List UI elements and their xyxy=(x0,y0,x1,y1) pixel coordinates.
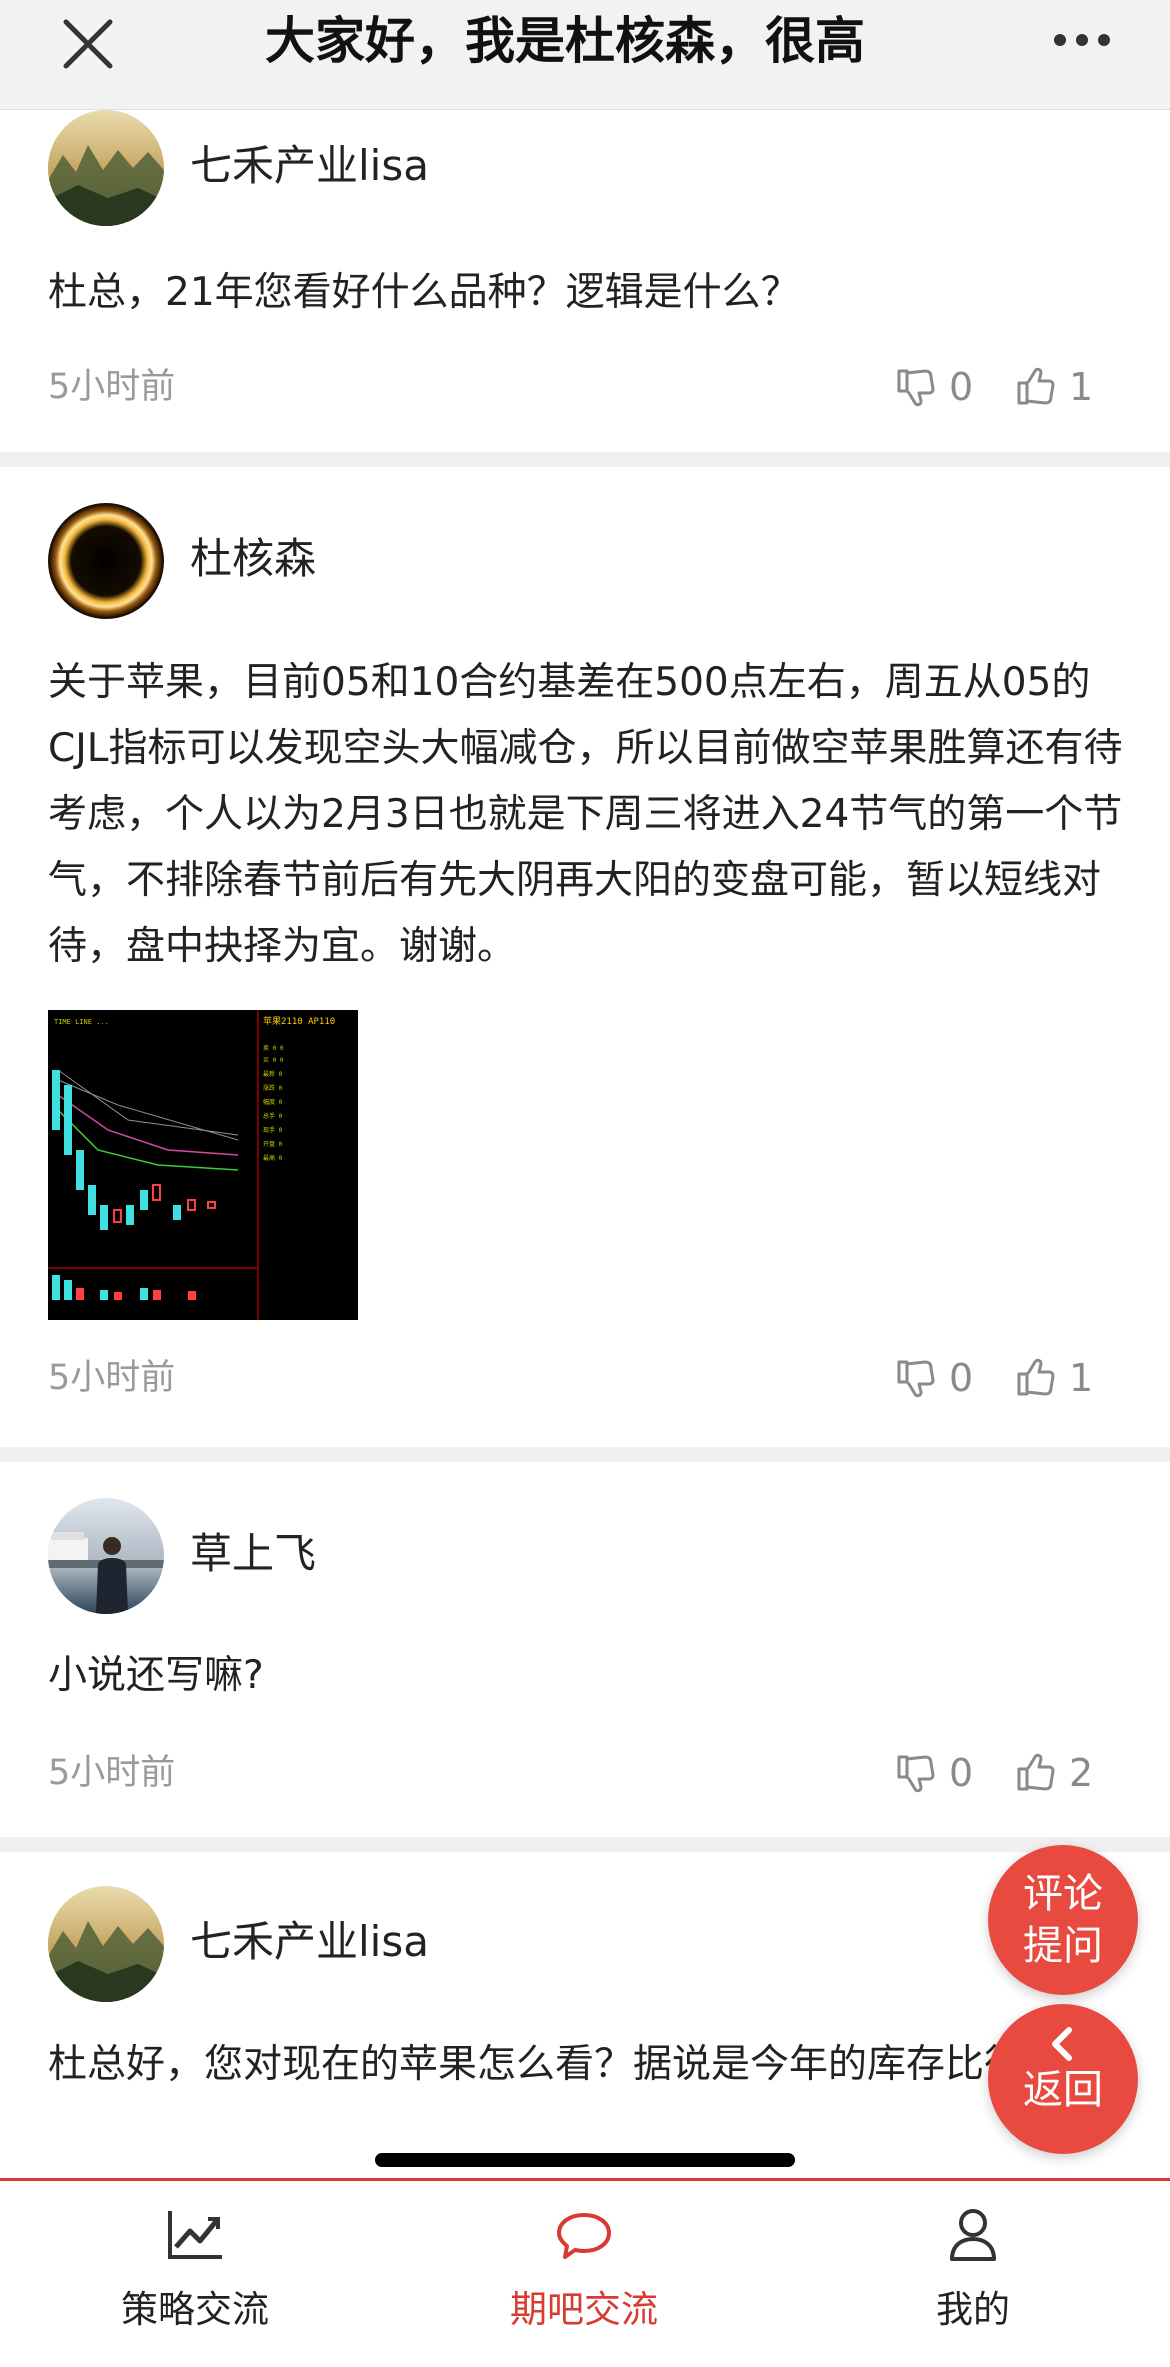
comment-time: 5小时前 xyxy=(48,367,176,407)
avatar[interactable] xyxy=(48,503,164,619)
home-indicator xyxy=(375,2153,795,2167)
tab-label: 我的 xyxy=(936,2288,1010,2331)
svg-text:开盘 0: 开盘 0 xyxy=(263,1140,283,1148)
avatar[interactable] xyxy=(48,1886,164,2002)
like-button[interactable]: 2 xyxy=(1013,1748,1093,1798)
tab-forum[interactable]: 期吧交流 xyxy=(459,2203,709,2333)
comment-ask-button[interactable]: 评论 提问 xyxy=(988,1845,1138,1995)
svg-text:TIME LINE ...: TIME LINE ... xyxy=(54,1018,109,1026)
tab-strategy[interactable]: 策略交流 xyxy=(70,2203,320,2333)
comment-ask-line2: 提问 xyxy=(1023,1923,1103,1969)
page-title: 大家好，我是杜核森，很高 xyxy=(265,12,865,70)
comment-author[interactable]: 杜核森 xyxy=(190,529,316,589)
thumbs-down-icon xyxy=(897,1360,935,1398)
avatar[interactable] xyxy=(48,110,164,226)
dislike-count: 0 xyxy=(949,1356,974,1400)
avatar[interactable] xyxy=(48,1498,164,1614)
svg-text:总手 0: 总手 0 xyxy=(263,1112,283,1120)
thumbs-up-icon xyxy=(1017,1358,1055,1396)
dislike-count: 0 xyxy=(949,1751,974,1795)
like-button[interactable]: 1 xyxy=(1013,362,1093,412)
comment-separator xyxy=(0,452,1170,467)
svg-text:买 0 0: 买 0 0 xyxy=(263,1056,284,1064)
svg-text:卖 0 0: 卖 0 0 xyxy=(263,1045,284,1052)
dislike-count: 0 xyxy=(949,365,974,409)
tab-label: 期吧交流 xyxy=(510,2288,658,2331)
svg-text:最新 0: 最新 0 xyxy=(263,1070,283,1078)
like-count: 2 xyxy=(1069,1751,1094,1795)
thumbs-up-icon xyxy=(1017,1753,1055,1791)
user-icon xyxy=(950,2209,996,2261)
comment-text: 杜总，21年您看好什么品种？逻辑是什么？ xyxy=(48,270,800,315)
dislike-button[interactable]: 0 xyxy=(893,362,973,412)
comment-text: 关于苹果，目前05和10合约基差在500点左右，周五从05的CJL指标可以发现空… xyxy=(48,660,1123,969)
svg-text:苹果2110 AP110: 苹果2110 AP110 xyxy=(263,1015,335,1027)
dislike-button[interactable]: 0 xyxy=(893,1748,973,1798)
chat-bubble-icon xyxy=(557,2213,611,2259)
comment-text: 杜总好，您对现在的苹果怎么看？据说是今年的库存比往年大 xyxy=(48,2042,1102,2087)
back-button[interactable]: 返回 xyxy=(988,2004,1138,2154)
trend-chart-icon xyxy=(168,2211,222,2259)
title-fade xyxy=(860,0,930,80)
comment-text: 小说还写嘛? xyxy=(48,1653,264,1698)
svg-text:最高 0: 最高 0 xyxy=(263,1154,283,1162)
comment-time: 5小时前 xyxy=(48,1358,176,1398)
thumbs-up-icon xyxy=(1017,367,1055,405)
comment-item: 草上飞 小说还写嘛? 5小时前 0 2 xyxy=(0,1462,1170,1837)
svg-text:现手 0: 现手 0 xyxy=(263,1126,283,1134)
top-bar: 大家好，我是杜核森，很高 xyxy=(0,0,1170,110)
close-icon[interactable] xyxy=(58,14,118,74)
like-count: 1 xyxy=(1069,1356,1094,1400)
comment-image[interactable]: TIME LINE ... 苹果2110 AP110 卖 0 0 买 0 0 最新 … xyxy=(48,1010,358,1320)
comment-separator xyxy=(0,1447,1170,1462)
comment-time: 5小时前 xyxy=(48,1753,176,1793)
svg-text:涨跌 0: 涨跌 0 xyxy=(263,1084,283,1092)
comment-author[interactable]: 草上飞 xyxy=(190,1524,316,1584)
comment-ask-line1: 评论 xyxy=(1023,1871,1103,1917)
back-label: 返回 xyxy=(1023,2067,1103,2113)
thumbs-down-icon xyxy=(897,369,935,407)
comment-author[interactable]: 七禾产业lisa xyxy=(190,1912,429,1972)
tab-mine[interactable]: 我的 xyxy=(848,2203,1098,2333)
comment-author[interactable]: 七禾产业lisa xyxy=(190,136,429,196)
tab-label: 策略交流 xyxy=(121,2288,269,2331)
more-icon[interactable] xyxy=(1050,22,1114,58)
svg-text:幅度 0: 幅度 0 xyxy=(263,1098,283,1106)
comment-separator xyxy=(0,1837,1170,1852)
comment-item: 七禾产业lisa 杜总，21年您看好什么品种？逻辑是什么？ 5小时前 0 1 xyxy=(0,110,1170,450)
dislike-button[interactable]: 0 xyxy=(893,1353,973,1403)
chevron-left-icon xyxy=(1052,2027,1072,2061)
bottom-nav: 策略交流 期吧交流 我的 xyxy=(0,2178,1170,2367)
comment-item: 杜核森 关于苹果，目前05和10合约基差在500点左右，周五从05的CJL指标可… xyxy=(0,467,1170,1447)
like-button[interactable]: 1 xyxy=(1013,1353,1093,1403)
thumbs-down-icon xyxy=(897,1755,935,1793)
like-count: 1 xyxy=(1069,365,1094,409)
